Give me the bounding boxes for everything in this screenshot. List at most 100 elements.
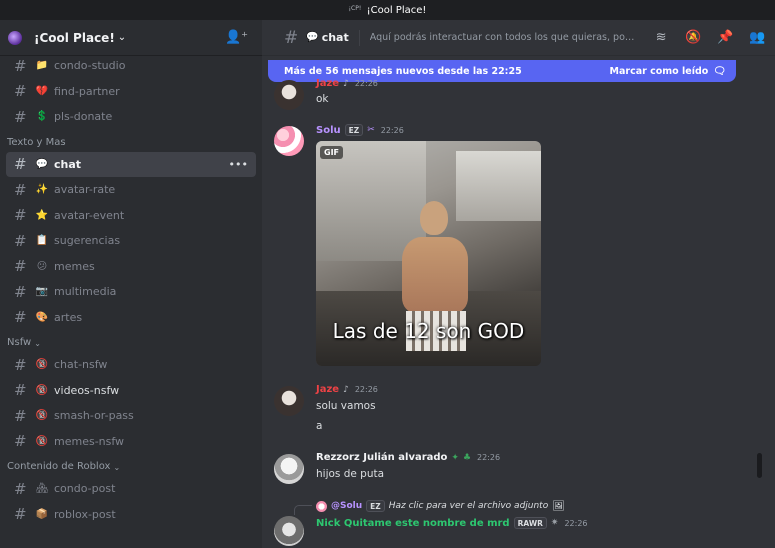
threads-icon[interactable]: ≋ bbox=[653, 30, 669, 45]
channel-avatar-event[interactable]: # ⭐ avatar-event bbox=[6, 203, 256, 229]
pin-icon[interactable]: 📌 bbox=[717, 30, 733, 45]
channel-name: smash-or-pass bbox=[54, 409, 134, 423]
channel-emoji: 😕 bbox=[36, 260, 48, 272]
server-name: ¡Cool Place! bbox=[34, 30, 115, 45]
hash-icon: # bbox=[14, 355, 27, 374]
reply-spine bbox=[294, 505, 312, 515]
hash-icon: # bbox=[14, 155, 27, 174]
channel-chat[interactable]: # 💬 chat ••• bbox=[6, 151, 256, 177]
gif-figure-torso bbox=[402, 237, 468, 313]
gif-label: GIF bbox=[320, 146, 344, 159]
channel-pls-donate[interactable]: # 💲 pls-donate bbox=[6, 104, 256, 130]
message-solu-gif: Solu EZ ✂ 22:26 GIF Las de 12 son GOD bbox=[262, 124, 742, 394]
message-jaze-solu-vamos: Jaze ♪ 22:26 solu vamos a bbox=[262, 384, 742, 444]
message-text: solu vamos bbox=[316, 400, 376, 412]
message-header: Solu EZ ✂ 22:26 bbox=[316, 124, 404, 136]
channel-memes[interactable]: # 😕 memes bbox=[6, 254, 256, 280]
avatar[interactable] bbox=[274, 386, 304, 416]
channel-emoji: 💲 bbox=[35, 111, 49, 123]
channel-emoji: 🔞 bbox=[35, 410, 49, 422]
invite-people-icon[interactable]: 👤⁺ bbox=[225, 30, 248, 45]
reply-text[interactable]: Haz clic para ver el archivo adjunto bbox=[389, 501, 549, 511]
channel-name: multimedia bbox=[54, 285, 117, 299]
channel-topic[interactable]: Aquí podrás interactuar con todos los qu… bbox=[370, 32, 637, 43]
timestamp: 22:26 bbox=[564, 518, 588, 528]
channel-emoji: ✨ bbox=[35, 184, 49, 196]
scrollbar-thumb[interactable] bbox=[757, 453, 762, 478]
timestamp: 22:26 bbox=[380, 125, 404, 135]
username[interactable]: Rezzorz Julián alvarado bbox=[316, 452, 447, 463]
image-icon: 🖼 bbox=[552, 500, 565, 512]
avatar[interactable] bbox=[274, 126, 304, 156]
username[interactable]: Jaze bbox=[316, 78, 339, 89]
username[interactable]: Jaze bbox=[316, 384, 339, 395]
gif-caption: Las de 12 son GOD bbox=[332, 319, 525, 343]
gif-figure-head bbox=[420, 201, 448, 235]
category-contenido-de-roblox[interactable]: Contenido de Roblox ⌄ bbox=[0, 454, 262, 476]
category-nsfw[interactable]: Nsfw ⌄ bbox=[0, 330, 262, 352]
divider bbox=[358, 29, 360, 46]
channel-emoji: ⭐ bbox=[35, 209, 49, 221]
timestamp: 22:26 bbox=[354, 79, 378, 88]
hash-icon: # bbox=[284, 27, 299, 48]
server-logo bbox=[8, 30, 22, 45]
message-text: a bbox=[316, 420, 323, 432]
notifications-muted-icon[interactable]: 🔕 bbox=[685, 30, 701, 45]
channel-artes[interactable]: # 🎨 artes bbox=[6, 305, 256, 331]
category-name: Texto y Mas bbox=[7, 136, 66, 148]
channel-name: find-partner bbox=[54, 84, 120, 98]
message-rezzorz: Rezzorz Julián alvarado ✦ ♣ 22:26 hijos … bbox=[262, 452, 742, 492]
hash-icon: # bbox=[14, 308, 27, 327]
hash-icon: # bbox=[14, 257, 27, 276]
avatar[interactable] bbox=[274, 80, 304, 110]
role-icon: ✷ bbox=[550, 518, 559, 528]
timestamp: 22:26 bbox=[354, 385, 378, 394]
channel-condo-post[interactable]: # 🏘 condo-post bbox=[6, 476, 256, 502]
channel-avatar-rate[interactable]: # ✨ avatar-rate bbox=[6, 177, 256, 203]
channel-name: artes bbox=[54, 310, 83, 324]
server-tag-badge: EZ bbox=[366, 500, 385, 512]
channel-sugerencias[interactable]: # 📋 sugerencias bbox=[6, 228, 256, 254]
message-text: ok bbox=[316, 93, 329, 105]
channel-condo-studio[interactable]: # 📁 condo-studio bbox=[6, 53, 256, 79]
hash-icon: # bbox=[14, 82, 27, 101]
reply-username[interactable]: @Solu bbox=[331, 501, 362, 511]
channel-emoji: 📷 bbox=[35, 286, 49, 298]
mark-read-icon[interactable]: 🗨 bbox=[713, 66, 726, 77]
channel-smash-or-pass[interactable]: # 🔞 smash-or-pass bbox=[6, 403, 256, 429]
member-list-icon[interactable]: 👥 bbox=[749, 30, 765, 45]
channel-sidebar: ¡Cool Place! ⌄ 👤⁺ # 📁 condo-studio # 💔 f… bbox=[0, 20, 262, 548]
channel-name: avatar-event bbox=[54, 208, 125, 222]
hash-icon: # bbox=[14, 180, 27, 199]
username[interactable]: Nick Quitame este nombre de mrd bbox=[316, 518, 510, 529]
channel-chat-nsfw[interactable]: # 🔞 chat-nsfw bbox=[6, 352, 256, 378]
channel-emoji: 🏘 bbox=[35, 483, 49, 495]
channel-name: memes-nsfw bbox=[54, 434, 125, 448]
music-note-icon: ♪ bbox=[343, 384, 349, 395]
channel-multimedia[interactable]: # 📷 multimedia bbox=[6, 279, 256, 305]
server-header[interactable]: ¡Cool Place! ⌄ 👤⁺ bbox=[0, 20, 262, 56]
channel-find-partner[interactable]: # 💔 find-partner bbox=[6, 79, 256, 105]
channel-name: pls-donate bbox=[54, 110, 113, 124]
channel-videos-nsfw[interactable]: # 🔞 videos-nsfw bbox=[6, 378, 256, 404]
message-nick-reply: @Solu EZ Haz clic para ver el archivo ad… bbox=[262, 500, 742, 548]
hash-icon: # bbox=[14, 505, 27, 524]
server-tag-badge: RAWR bbox=[513, 517, 547, 529]
window-titlebar: ¡CP! ¡Cool Place! bbox=[0, 0, 775, 20]
mark-as-read-button[interactable]: Marcar como leído bbox=[610, 66, 709, 77]
avatar[interactable] bbox=[274, 454, 304, 484]
category-texto-y-mas[interactable]: Texto y Mas bbox=[0, 130, 262, 152]
gif-attachment[interactable]: GIF Las de 12 son GOD bbox=[316, 141, 541, 366]
channel-roblox-post[interactable]: # 📦 roblox-post bbox=[6, 502, 256, 528]
channel-name: avatar-rate bbox=[54, 183, 116, 197]
message-header: Jaze ♪ 22:26 bbox=[316, 384, 378, 395]
more-options-icon[interactable]: ••• bbox=[229, 158, 248, 171]
message-text: hijos de puta bbox=[316, 468, 385, 480]
username[interactable]: Solu bbox=[316, 125, 341, 136]
message-header: Rezzorz Julián alvarado ✦ ♣ 22:26 bbox=[316, 452, 500, 463]
avatar[interactable] bbox=[274, 516, 304, 546]
channel-memes-nsfw[interactable]: # 🔞 memes-nsfw bbox=[6, 429, 256, 455]
chat-area: # 💬 chat Aquí podrás interactuar con tod… bbox=[262, 20, 775, 548]
reply-preview[interactable]: @Solu EZ Haz clic para ver el archivo ad… bbox=[294, 500, 565, 515]
message-jaze-ok: Jaze ♪ 22:26 ok bbox=[262, 76, 742, 116]
